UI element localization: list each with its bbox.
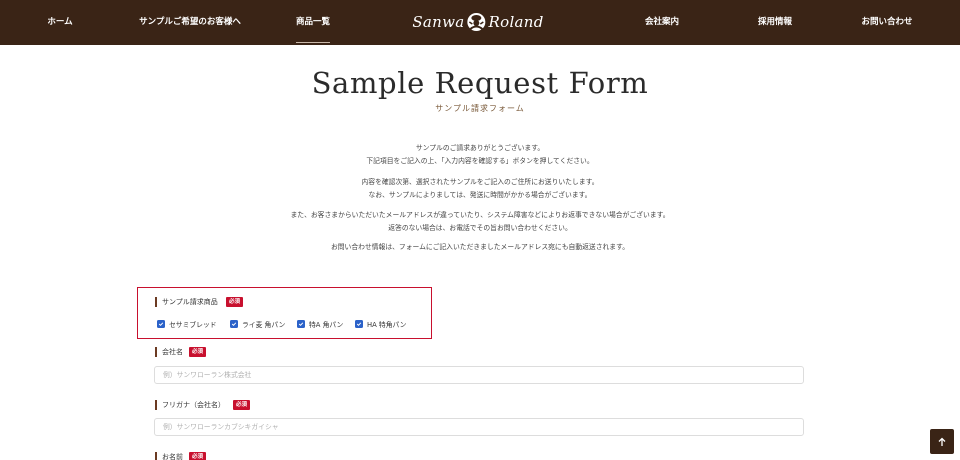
check-icon (297, 320, 305, 328)
checkbox-sesame-bread[interactable]: セサミブレッド (157, 319, 217, 329)
sample-products-highlight (137, 287, 432, 339)
company-name-input[interactable] (154, 366, 804, 384)
nav-item-home[interactable]: ホーム (47, 0, 72, 45)
intro-line: サンプルのご請求ありがとうございます。 (415, 144, 545, 152)
checkbox-special-a-square-bread[interactable]: 特A 角パン (297, 319, 343, 329)
sample-products-label: サンプル請求商品 (155, 297, 218, 307)
company-kana-label: フリガナ（会社名） (155, 400, 225, 410)
required-badge: 必須 (233, 400, 251, 410)
intro-line: 返答のない場合は、お電話でその旨お問い合わせください。 (388, 224, 572, 232)
logo-text-left: Sanwa (412, 13, 465, 31)
nav-item-products[interactable]: 商品一覧 (295, 0, 331, 45)
required-badge: 必須 (189, 452, 207, 460)
check-icon (157, 320, 165, 328)
chef-mascot-icon (467, 13, 486, 31)
company-kana-input[interactable] (154, 418, 804, 436)
nav-item-company[interactable]: 会社案内 (645, 0, 679, 45)
arrow-up-icon (938, 437, 946, 446)
checkbox-label: セサミブレッド (169, 321, 217, 329)
company-name-label: 会社名 (155, 347, 183, 357)
top-navigation-bar: ホーム サンプルご希望のお客様へ 商品一覧 Sanwa Roland 会社案内 … (0, 0, 960, 45)
checkbox-label: 特A 角パン (309, 321, 344, 329)
page-subtitle: サンプル請求フォーム (435, 104, 525, 113)
nav-item-sample-customers[interactable]: サンプルご希望のお客様へ (139, 0, 241, 45)
required-badge: 必須 (226, 297, 244, 307)
check-icon (355, 320, 363, 328)
intro-line: なお、サンプルによりましては、発送に時間がかかる場合がございます。 (368, 191, 592, 199)
back-to-top-button[interactable] (930, 429, 954, 454)
checkbox-label: ライ麦 角パン (242, 321, 286, 329)
site-logo[interactable]: Sanwa Roland (412, 8, 543, 36)
checkbox-rye-square-bread[interactable]: ライ麦 角パン (230, 319, 285, 329)
intro-line: また、お客さまからいただいたメールアドレスが違っていたり、システム障害などにより… (290, 211, 670, 219)
intro-line: 内容を確認次第、選択されたサンプルをご記入のご住所にお送りいたします。 (361, 178, 599, 186)
intro-line: お問い合わせ情報は、フォームにご記入いただきましたメールアドレス宛にも自動返送さ… (330, 243, 630, 251)
nav-item-contact[interactable]: お問い合わせ (861, 0, 912, 45)
intro-line: 下記項目をご記入の上、「入力内容を確認する」ボタンを押してください。 (366, 157, 594, 165)
nav-item-recruit[interactable]: 採用情報 (758, 0, 792, 45)
logo-text-right: Roland (488, 13, 544, 31)
check-icon (230, 320, 238, 328)
checkbox-label: HA 特角パン (367, 321, 407, 329)
required-badge: 必須 (189, 347, 207, 357)
name-label: お名前 (155, 452, 183, 460)
checkbox-ha-special-square-bread[interactable]: HA 特角パン (355, 319, 406, 329)
page-title: Sample Request Form (311, 66, 649, 100)
